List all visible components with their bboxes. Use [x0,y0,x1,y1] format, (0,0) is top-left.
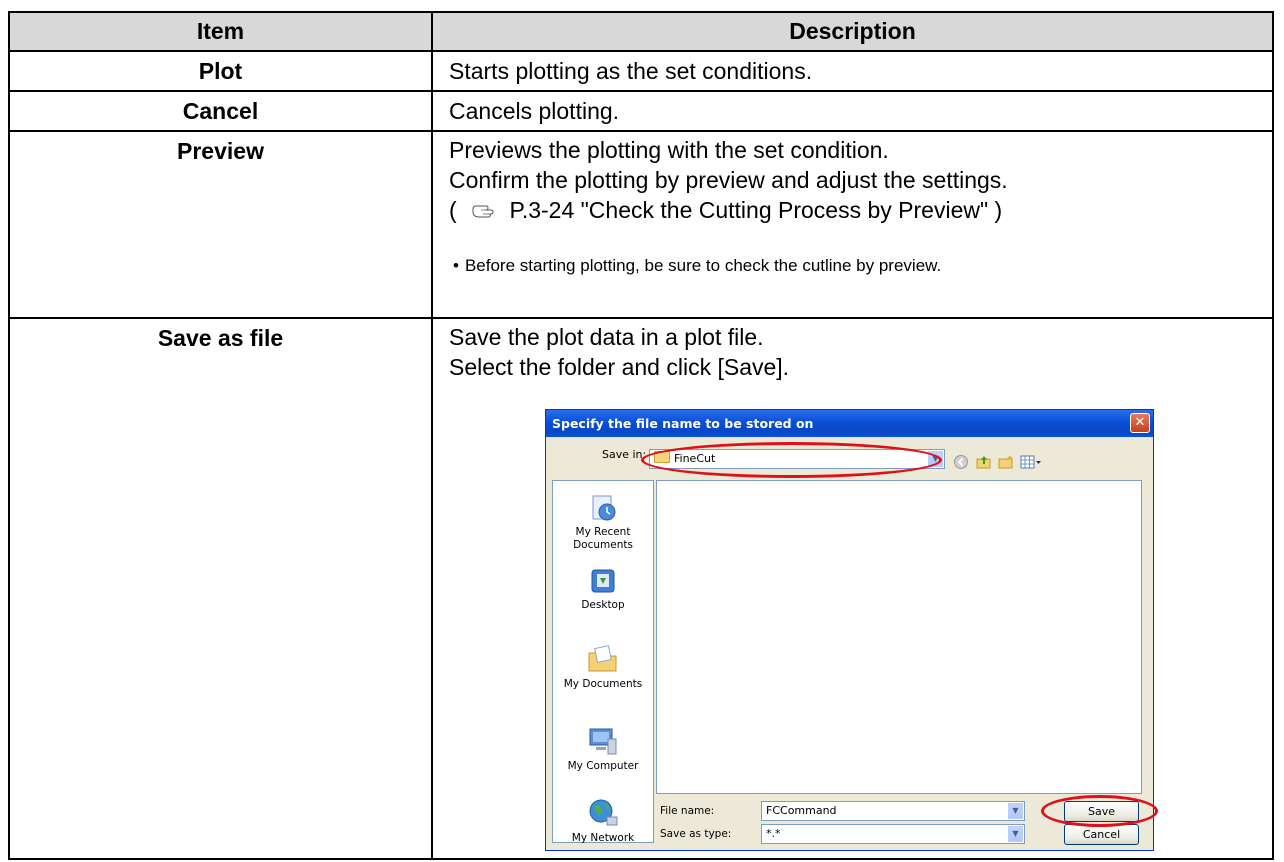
note-bullet: • [453,256,459,275]
desktop-icon [591,569,615,593]
place-my-network[interactable]: My Network [553,797,653,845]
reference-close-paren: ) [994,197,1003,223]
pointing-hand-icon [472,205,494,218]
row-save-as-file-description: Save the plot data in a plot file. Selec… [433,320,1272,400]
recent-documents-icon [592,495,616,521]
close-icon[interactable]: ✕ [1130,413,1150,433]
chevron-down-icon[interactable]: ▼ [1008,826,1023,842]
row-preview-item: Preview [177,137,264,164]
save-button-highlight [1041,795,1158,827]
save-line-1: Save the plot data in a plot file. [449,324,764,350]
cancel-button[interactable]: Cancel [1064,824,1139,845]
place-label: My Network [571,832,635,844]
place-my-computer[interactable]: My Computer [553,725,653,773]
note-text: Before starting plotting, be sure to che… [464,256,942,275]
place-label: My Recent Documents [573,526,633,551]
up-folder-icon[interactable] [976,454,992,470]
place-label: My Documents [563,678,643,690]
file-name-value: FCCommand [766,804,837,817]
save-type-label: Save as type: [660,828,732,840]
place-recent-documents[interactable]: My Recent Documents [553,493,653,552]
save-in-highlight [641,442,942,478]
reference-open-paren: ( [449,197,457,223]
table-border-bottom [8,858,1274,860]
reference-text: P.3-24 "Check the Cutting Process by Pre… [509,197,989,223]
save-in-label: Save in: [602,448,647,461]
header-item: Item [10,13,431,50]
place-label: My Computer [567,760,639,772]
place-label: Desktop [581,599,625,611]
file-list[interactable] [656,480,1142,794]
row-cancel-description: Cancels plotting. [449,97,620,124]
row-preview-description: Previews the plotting with the set condi… [433,133,1272,317]
my-documents-icon [588,645,617,672]
row-plot-description: Starts plotting as the set conditions. [449,57,813,84]
preview-note: • Before starting plotting, be sure to ch… [449,256,941,276]
dialog-title: Specify the file name to be stored on [546,410,1153,437]
back-icon[interactable] [953,454,969,470]
save-type-value: *.* [766,827,781,840]
my-network-icon [589,799,618,826]
row-save-as-file-item: Save as file [157,324,284,351]
row-plot-item: Plot [198,57,243,84]
file-name-field[interactable]: FCCommand ▼ [761,801,1025,821]
table-border-right [1272,11,1274,860]
places-bar: My Recent Documents Desktop My Documents… [552,480,654,845]
preview-line-2: Confirm the plotting by preview and adju… [449,167,1008,193]
chevron-down-icon[interactable]: ▼ [1008,803,1023,819]
save-type-select[interactable]: *.* ▼ [761,824,1025,844]
my-computer-icon [589,728,617,755]
preview-line-1: Previews the plotting with the set condi… [449,137,889,163]
place-desktop[interactable]: Desktop [553,566,653,612]
new-folder-icon[interactable] [998,454,1014,470]
view-menu-icon[interactable] [1020,454,1042,470]
place-my-documents[interactable]: My Documents [553,643,653,691]
file-name-label: File name: [660,805,715,817]
save-line-2: Select the folder and click [Save]. [449,354,790,380]
preview-reference[interactable]: ( P.3-24 "Check the Cutting Process by P… [449,195,1002,225]
row-cancel-item: Cancel [182,97,259,124]
header-description: Description [433,13,1272,50]
